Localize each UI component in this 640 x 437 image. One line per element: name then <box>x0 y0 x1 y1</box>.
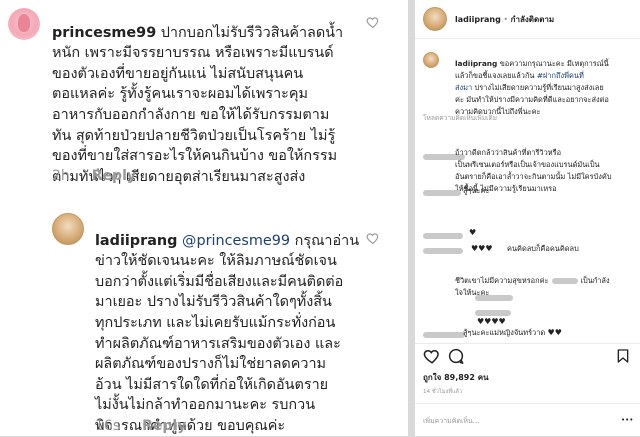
comment-f-username-blur <box>475 295 513 301</box>
comment1-time: 2h <box>52 168 70 184</box>
caption-username[interactable]: ladiiprang <box>455 59 497 68</box>
comment-a-line-1: เป็นพรีเซนเตอร์หรือเป็นเจ้าของแบรนด์มันเ… <box>455 160 600 169</box>
comment1-line-0: ปากบอกไม่รับรีวิวสินค้าลดน้ำ <box>160 24 344 41</box>
add-comment-input[interactable]: เพิ่มความคิดเห็น... <box>423 416 479 427</box>
comment-g-hearts: ♥♥ <box>547 328 562 337</box>
comment2-line-2: มาเยอะ ปรางไม่รับรีวิวสินค้าใดๆทั้งสิ้น <box>95 294 332 311</box>
comment1-line-2: ของตัวเองที่ขายอยู่กันแน่ ไม่สนับสนุนคน <box>52 65 304 82</box>
comment2-meta: 16s Reply <box>95 418 186 434</box>
ladiiprang-avatar[interactable] <box>52 213 84 245</box>
comment2-reply-button[interactable]: Reply <box>142 418 186 434</box>
load-more-comments-link[interactable]: โหลดความคิดเห็นเพิ่มเติม <box>423 112 497 123</box>
comment2-first-line: กรุณาอ่าน <box>294 232 360 249</box>
post-timestamp: 14 ชั่วโมงที่แล้ว <box>423 389 463 395</box>
caption-text: ladiiprang ขอความกรุณานะคะ มีเหตุการณ์นี… <box>455 46 609 118</box>
comment1-text: princesme99 ปากบอกไม่รับรีวิวสินค้าลดน้ำ… <box>52 2 343 187</box>
comment-d-text: คนคิดลบก็คือคนคิดลบ <box>507 244 579 253</box>
comment1-line-4: อาหารกับออกกำลังกาย ขอให้ได้รับกรรมตาม <box>52 106 330 123</box>
caption-avatar <box>423 52 439 68</box>
post-author-username[interactable]: ladiiprang <box>455 15 501 24</box>
add-comment-divider <box>415 403 640 404</box>
comment-g-message: สู้ๆนะคะแม่หญิงจันทร์วาด <box>463 328 546 337</box>
header-separator: • <box>500 15 511 24</box>
likes-count[interactable]: ถูกใจ 89,892 คน <box>423 371 489 384</box>
comment2-line-7: ไม่งั้นไม่กล้าทำออกมานะคะ รบกวน <box>95 397 316 414</box>
comment1-like-heart-icon[interactable] <box>366 15 380 29</box>
instagram-post-sidebar: ladiiprang • กำลังติดตาม ladiiprang ขอคว… <box>415 0 640 436</box>
comment-c-username-blur <box>423 233 463 239</box>
comment-d-username-blur <box>423 248 463 254</box>
comment2-line-1: บอกว่าตั้งแต่เริ่มมีชื่อเสียงและมีคนติดต… <box>95 273 344 290</box>
like-heart-icon[interactable] <box>423 347 441 365</box>
comment2-text: ladiiprang @princesme99 กรุณาอ่าน ข่าวให… <box>95 210 359 437</box>
comment1-line-3: ตอแหลค่ะ รู้ทั้งรู้คนเราจะผอมได้เพราะคุม <box>52 86 309 103</box>
comment2-line-3: ทุกประเภท และไม่เคยรับแม้กระทั่งก่อน <box>95 314 336 331</box>
comment1-meta: 2h Reply <box>52 168 136 184</box>
comment1-line-5: ทัน สุดท้ายป่วยปลายชีวิตป่วยเป็นโรคร้าย … <box>52 127 336 144</box>
caption-line3: ปรางไม่เสียดายความรู้ที่เรียนมาสูงส่งเลย <box>472 83 604 92</box>
comment2-like-heart-icon[interactable] <box>366 231 380 245</box>
comment-e-line-0: ชีวิตเขาไม่มีความสุขหรอกค่ะ <box>455 276 549 285</box>
caption-hashtag-1-cont[interactable]: ส่งมา <box>455 83 472 92</box>
comment2-line-6: อ้วน ไม่มีสารใดใดที่ก่อให้เกิดอันตราย <box>95 376 329 393</box>
caption-hashtag-1[interactable]: #ฝากถึงพี่คนที่ <box>537 71 584 80</box>
comment1-line-1: หนัก เพราะมีจรรยาบรรณ หรือเพราะมีแบรนด์ <box>52 45 334 62</box>
comment2-line-5: ผลิตภัณฑ์ของปรางก็ไม่ใช่ยาลดความ <box>95 356 327 373</box>
actions-divider <box>415 343 640 344</box>
comment1-line-6: ของที่ขายใส่สารอะไรให้คนกินบ้าง ขอให้กรร… <box>52 148 338 165</box>
comment-bubble-icon[interactable] <box>447 347 465 365</box>
comment-g-text: สู้ๆนะคะแม่หญิงจันทร์วาด ♥♥ <box>463 327 562 339</box>
comment-e-text: ชีวิตเขาไม่มีความสุขหรอกค่ะ เป็นกำลัง ใจใ… <box>455 263 610 299</box>
comment2-line-4: ทำผลิตภัณฑ์อาหารเสริมของตัวเอง และ <box>95 335 341 352</box>
comment-d-hearts: ♥♥♥ <box>471 244 493 253</box>
more-options-icon[interactable]: ••• <box>621 416 633 424</box>
comment2-line-0: ข่าวให้ชัดเจนนะคะ ให้ลิมภาษณ์ชัดเจน <box>95 253 337 270</box>
caption-line2: แล้วก็ขอชี้แจงเลยแล้วกัน <box>455 71 537 80</box>
comment-g-username-blur <box>423 332 465 338</box>
post-author-avatar[interactable] <box>423 7 447 31</box>
comment1-username[interactable]: princesme99 <box>52 25 156 41</box>
comment-a-line-0: ถ้าวาดีตกล้วว่าสินค้าที่ตารีวิวหรือ <box>455 148 562 157</box>
comment-b-text: สู้ๆนะคะ <box>463 186 490 195</box>
caption-line4: ค่ะ มันทำให้ปรางมีความคิดที่ดีและอยากจะส… <box>455 95 609 104</box>
header-divider <box>415 38 640 39</box>
comment-b-username-blur <box>423 190 461 196</box>
comment-c-hearts: ♥ <box>469 228 477 237</box>
comment2-time: 16s <box>95 418 121 434</box>
comment-thread-panel: princesme99 ปากบอกไม่รับรีวิวสินค้าลดน้ำ… <box>0 0 408 436</box>
comment2-mention-link[interactable]: @princesme99 <box>182 233 290 249</box>
comment-a-line-2: อันตรายก็คือเอาล้ำวาจะกินตามนั้ม ไม่มีใค… <box>455 172 612 181</box>
comment1-reply-button[interactable]: Reply <box>92 168 136 184</box>
bookmark-icon[interactable] <box>615 347 631 365</box>
follow-status-button[interactable]: กำลังติดตาม <box>511 15 555 24</box>
comment-e-blur-gap <box>551 278 578 284</box>
caption-line1: ขอความกรุณานะคะ มีเหตุการณ์นี้ <box>497 59 609 68</box>
post-header-text: ladiiprang • กำลังติดตาม <box>455 13 554 26</box>
princesme99-avatar[interactable] <box>8 8 40 40</box>
comment2-username[interactable]: ladiiprang <box>95 233 177 249</box>
comment-e-line-1: เป็นกำลัง <box>580 276 610 285</box>
